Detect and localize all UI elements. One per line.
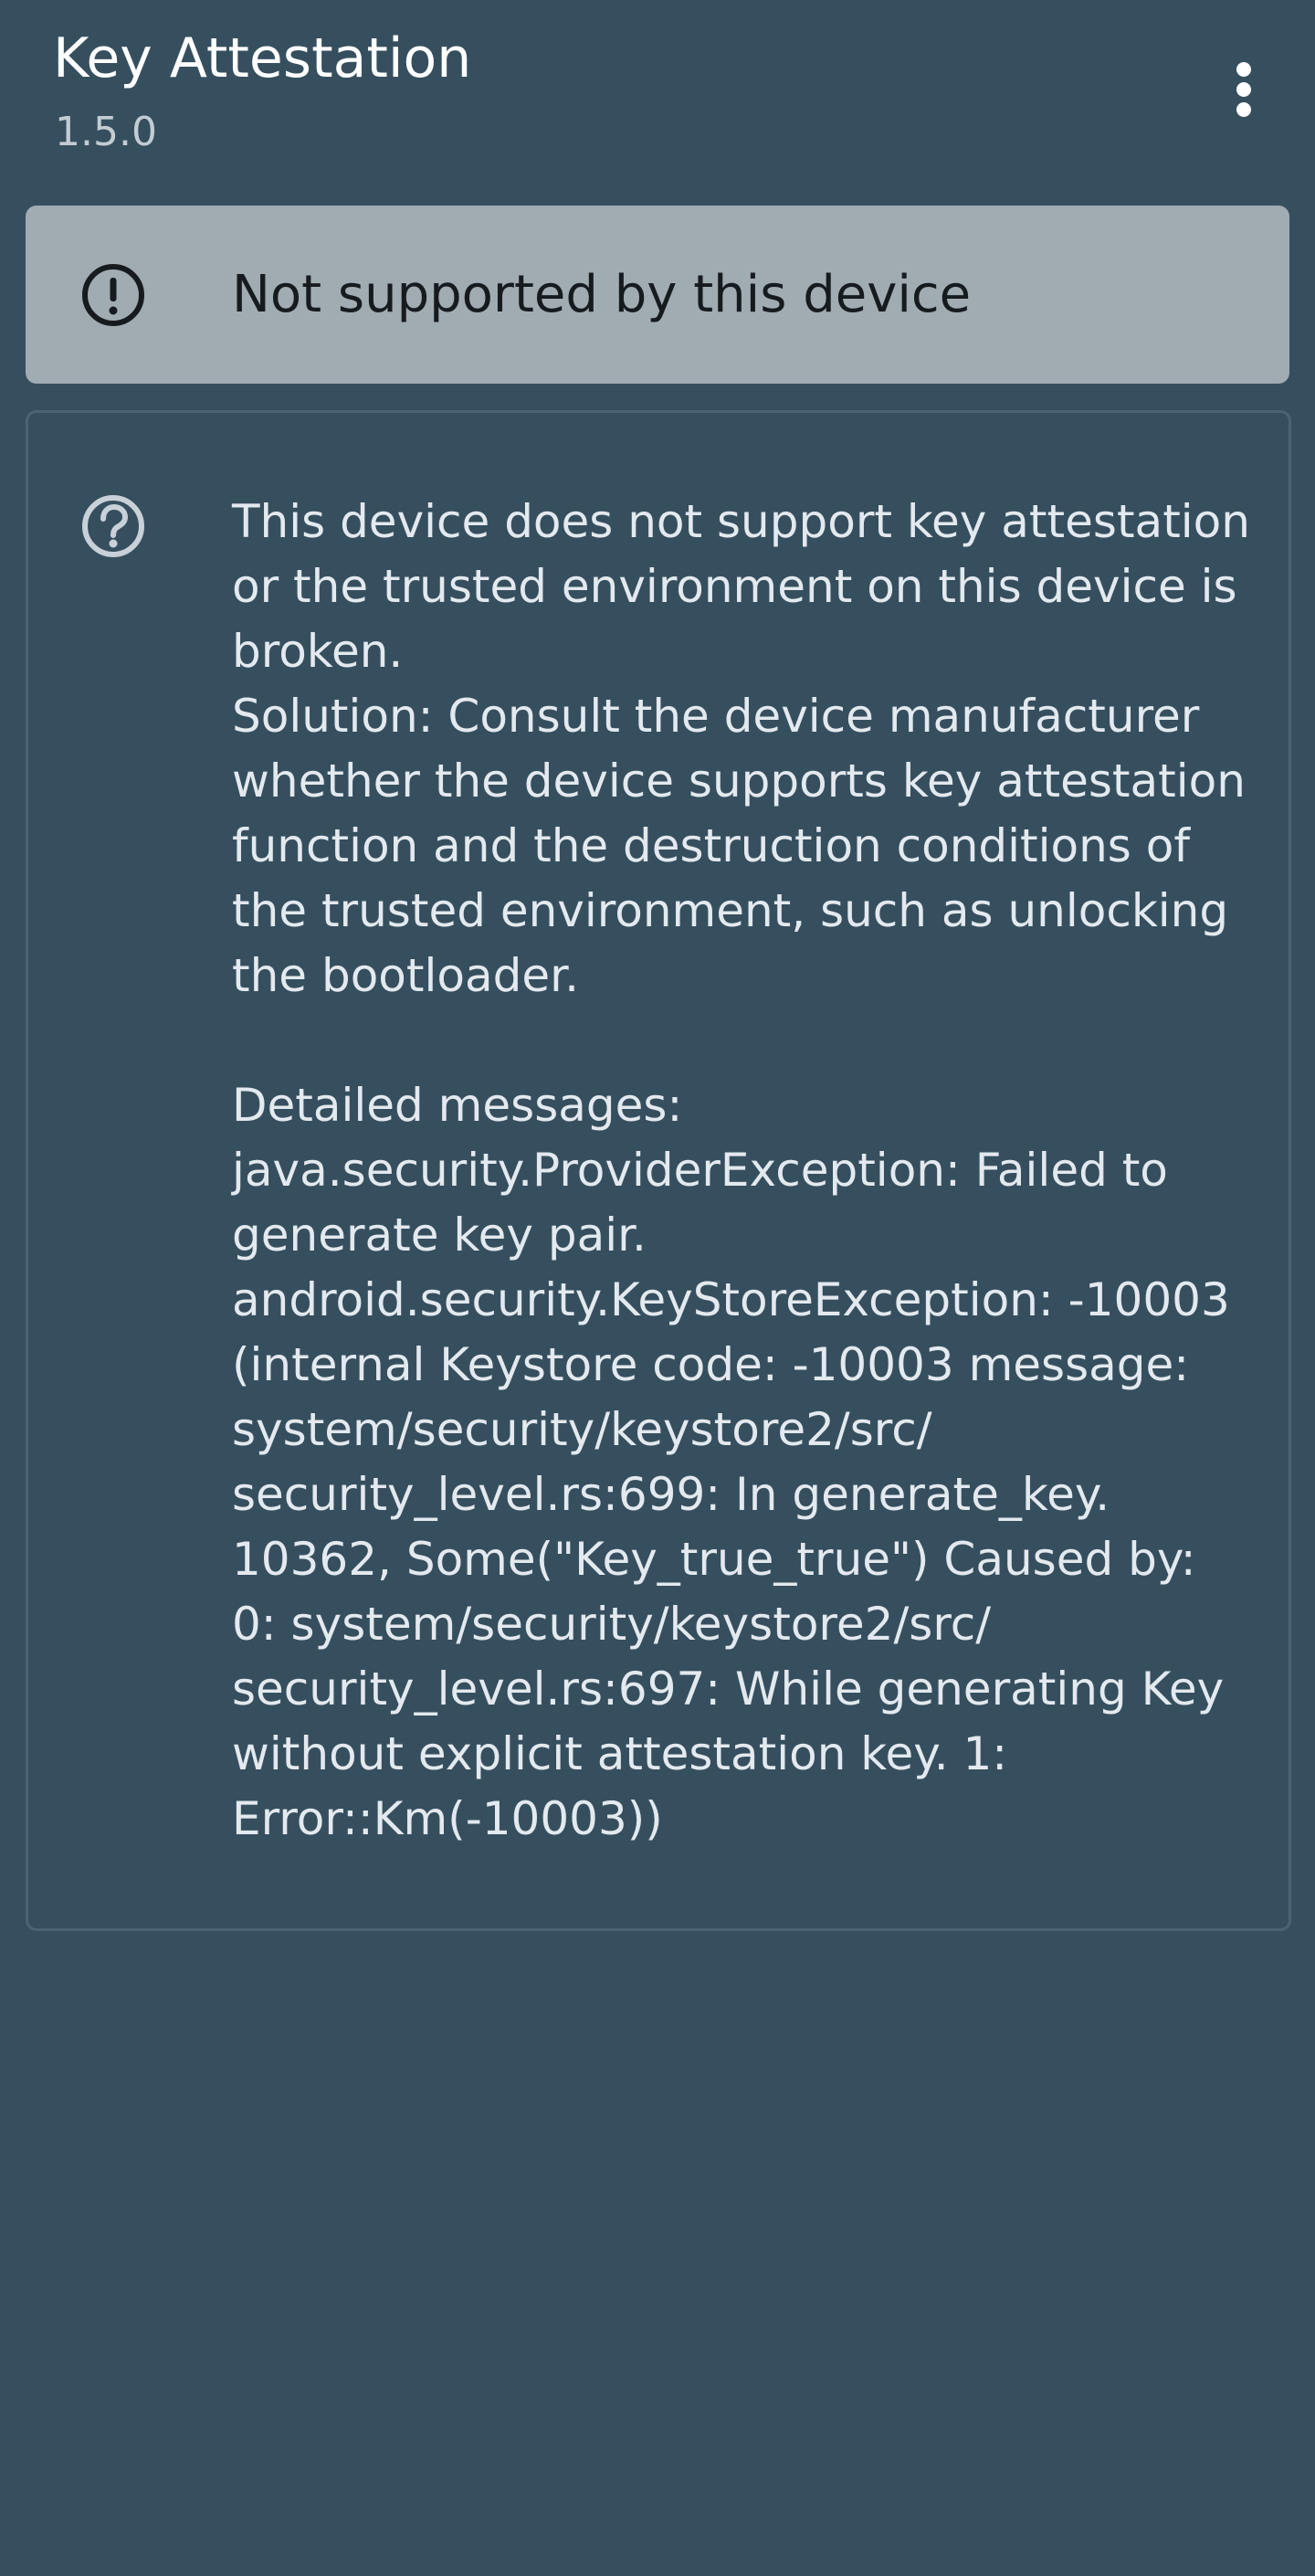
status-message: Not supported by this device [232, 265, 972, 324]
help-outline-icon [82, 495, 144, 557]
error-outline-icon [82, 264, 144, 326]
app-title: Key Attestation [53, 26, 472, 90]
overflow-menu-button[interactable] [1207, 38, 1280, 141]
app-version: 1.5.0 [55, 109, 157, 155]
details-text: This device does not support key attesta… [232, 495, 1250, 1845]
more-vert-icon [1236, 62, 1251, 117]
app-bar: Key Attestation 1.5.0 [0, 0, 1315, 183]
